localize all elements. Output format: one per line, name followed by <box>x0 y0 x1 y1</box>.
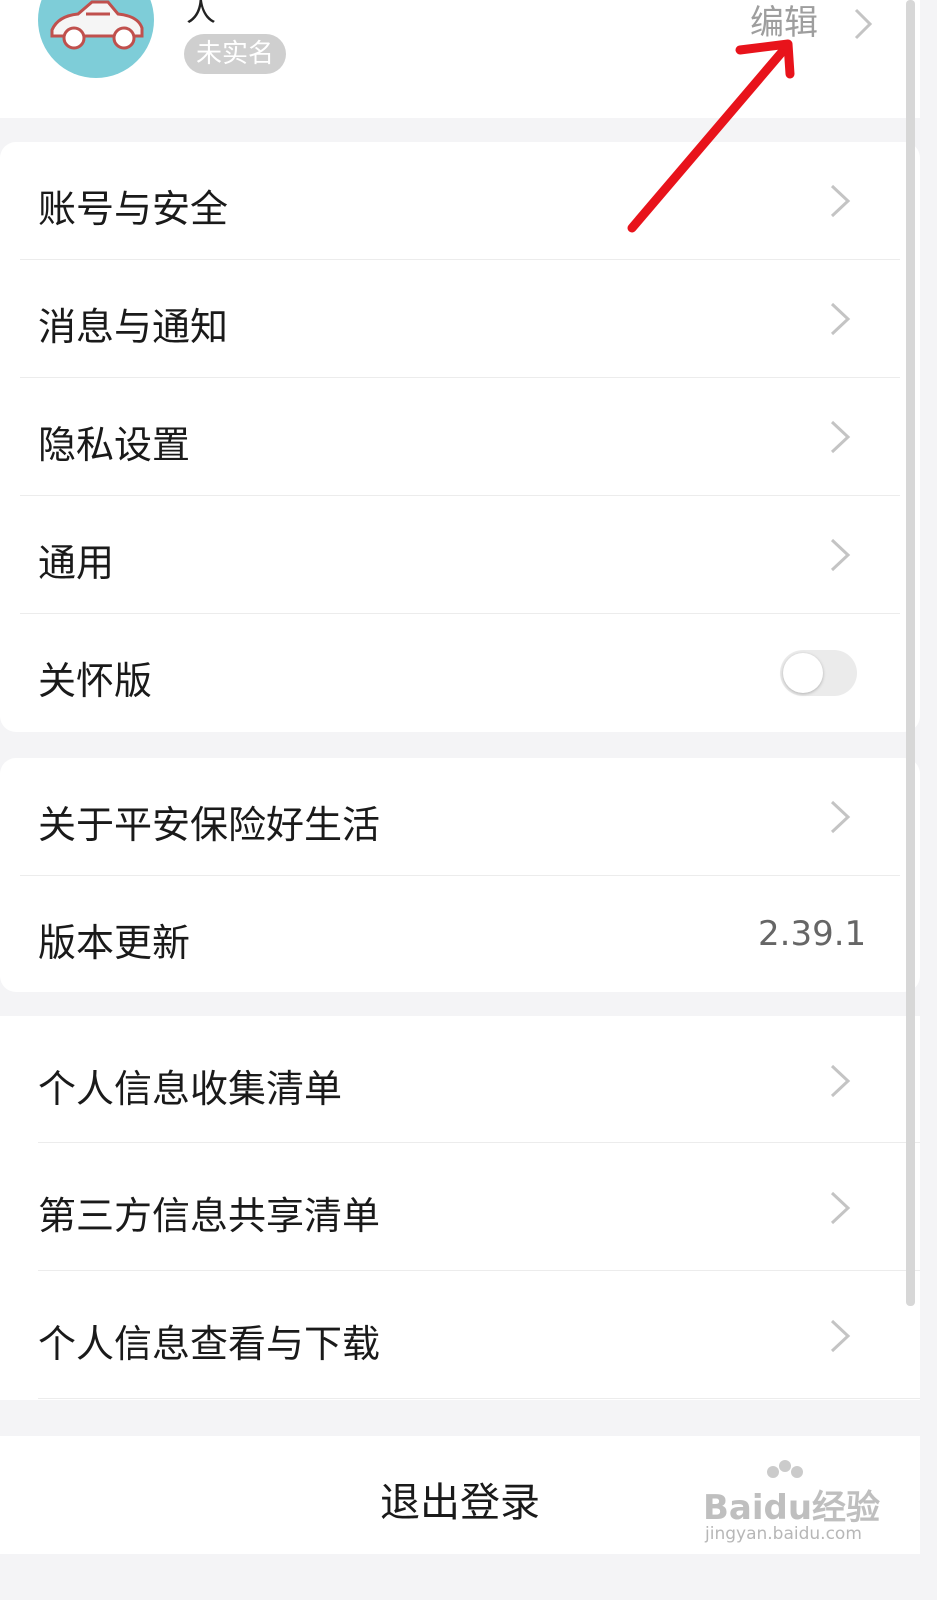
divider <box>38 1398 920 1399</box>
chevron-right-icon <box>830 1064 851 1098</box>
settings-item-privacy[interactable]: 隐私设置 <box>0 378 920 496</box>
settings-item-label: 关于平安保险好生活 <box>38 803 381 847</box>
chevron-right-icon <box>830 800 851 834</box>
settings-item-third-party-sharing[interactable]: 第三方信息共享清单 <box>0 1143 920 1270</box>
settings-item-label: 第三方信息共享清单 <box>38 1194 381 1238</box>
settings-item-label: 个人信息收集清单 <box>38 1067 343 1111</box>
settings-item-label: 隐私设置 <box>38 423 191 467</box>
settings-item-notifications[interactable]: 消息与通知 <box>0 260 920 378</box>
scrollbar[interactable] <box>906 0 915 1306</box>
care-mode-toggle[interactable] <box>780 650 857 696</box>
profile-header: 人 未实名 编辑 <box>0 0 920 118</box>
settings-item-about[interactable]: 关于平安保险好生活 <box>0 758 920 875</box>
settings-item-version-update[interactable]: 版本更新 2.39.1 <box>0 876 920 992</box>
settings-group-account: 账号与安全 消息与通知 隐私设置 通用 关怀版 <box>0 142 920 732</box>
verification-badge: 未实名 <box>184 34 287 74</box>
settings-item-label: 版本更新 <box>38 921 191 965</box>
chevron-right-icon <box>830 302 851 336</box>
settings-group-about: 关于平安保险好生活 版本更新 2.39.1 <box>0 758 920 992</box>
settings-item-label: 消息与通知 <box>38 305 229 349</box>
settings-item-account-security[interactable]: 账号与安全 <box>0 142 920 260</box>
settings-item-care-mode: 关怀版 <box>0 614 920 732</box>
chevron-right-icon[interactable] <box>852 6 874 42</box>
watermark: Baidu经验 jingyan.baidu.com <box>703 1460 883 1556</box>
user-name: 人 <box>186 0 216 29</box>
settings-item-view-download[interactable]: 个人信息查看与下载 <box>0 1271 920 1398</box>
settings-item-label: 个人信息查看与下载 <box>38 1322 381 1366</box>
chevron-right-icon <box>830 184 851 218</box>
settings-item-label: 账号与安全 <box>38 187 229 231</box>
watermark-url: jingyan.baidu.com <box>705 1524 862 1544</box>
settings-group-personal-info: 个人信息收集清单 第三方信息共享清单 个人信息查看与下载 <box>0 1016 920 1400</box>
settings-item-general[interactable]: 通用 <box>0 496 920 614</box>
chevron-right-icon <box>830 420 851 454</box>
settings-item-label: 关怀版 <box>38 659 153 703</box>
settings-item-label: 通用 <box>38 541 115 585</box>
car-avatar-icon <box>50 0 144 50</box>
chevron-right-icon <box>830 1191 851 1225</box>
edit-profile-link[interactable]: 编辑 <box>750 0 818 46</box>
settings-item-info-collection[interactable]: 个人信息收集清单 <box>0 1016 920 1142</box>
toggle-knob <box>783 653 823 693</box>
chevron-right-icon <box>830 1319 851 1353</box>
watermark-text: Baidu经验 <box>703 1488 881 1528</box>
chevron-right-icon <box>830 538 851 572</box>
avatar[interactable] <box>38 0 154 78</box>
version-number: 2.39.1 <box>758 914 867 954</box>
